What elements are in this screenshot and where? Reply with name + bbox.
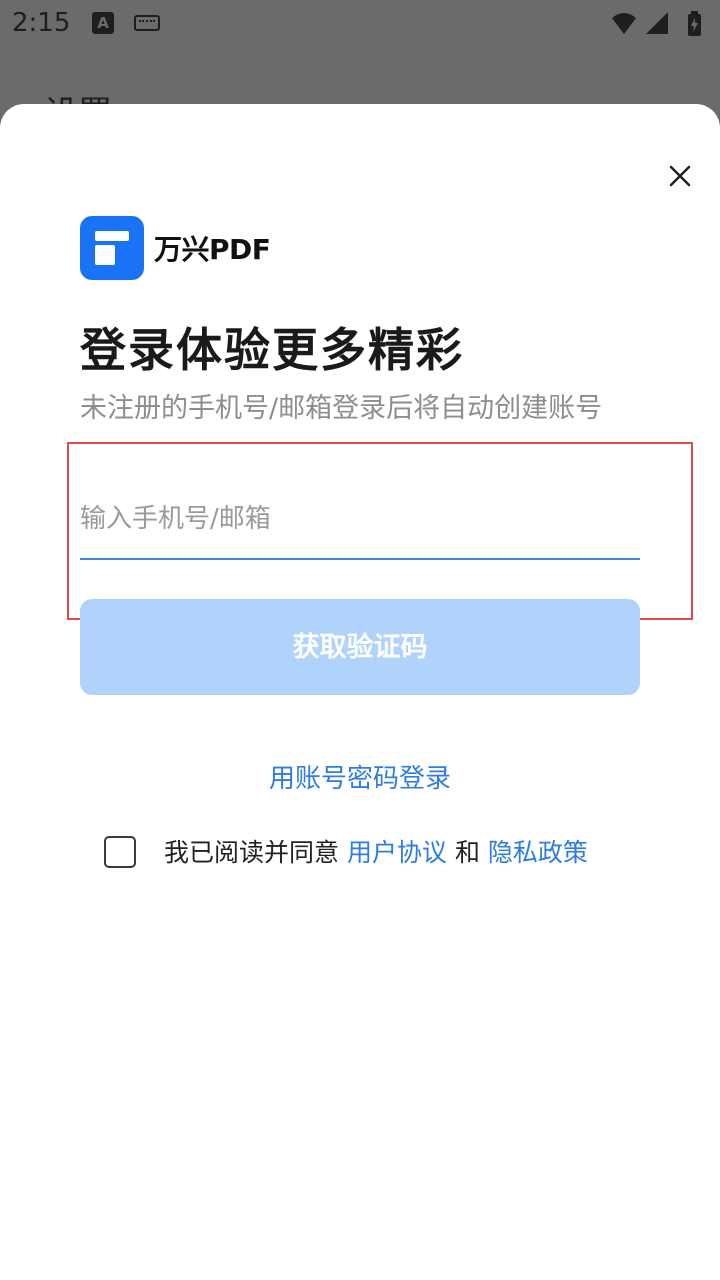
- a-icon: A: [92, 12, 114, 34]
- account-input-wrapper: [80, 484, 640, 560]
- signal-icon: [646, 12, 668, 34]
- agreement-prefix: 我已阅读并同意: [164, 838, 340, 867]
- close-icon: [669, 165, 691, 187]
- login-sheet: 万兴PDF 登录体验更多精彩 未注册的手机号/邮箱登录后将自动创建账号 获取验证…: [0, 104, 720, 1280]
- close-button[interactable]: [660, 156, 700, 196]
- pdf-logo-icon: [95, 231, 129, 265]
- battery-icon: [688, 11, 701, 36]
- wifi-icon: [612, 13, 636, 34]
- agreement-checkbox[interactable]: [104, 836, 136, 868]
- password-login-link[interactable]: 用账号密码登录: [0, 758, 720, 795]
- brand-name: 万兴PDF: [154, 233, 271, 266]
- status-bar: 2:15 A: [0, 0, 720, 50]
- keyboard-icon: [134, 15, 160, 31]
- status-icons: [608, 10, 708, 40]
- phone-email-input[interactable]: [80, 484, 640, 554]
- privacy-policy-link[interactable]: 隐私政策: [488, 838, 588, 867]
- app-logo: [80, 216, 144, 280]
- login-title: 登录体验更多精彩: [80, 323, 464, 377]
- user-agreement-link[interactable]: 用户协议: [347, 838, 447, 867]
- login-subtitle: 未注册的手机号/邮箱登录后将自动创建账号: [80, 393, 603, 424]
- agreement-text: 我已阅读并同意 用户协议 和 隐私政策: [164, 836, 588, 870]
- agreement-conjunction: 和: [454, 838, 480, 867]
- get-code-button[interactable]: 获取验证码: [80, 599, 640, 695]
- status-time: 2:15: [12, 8, 71, 38]
